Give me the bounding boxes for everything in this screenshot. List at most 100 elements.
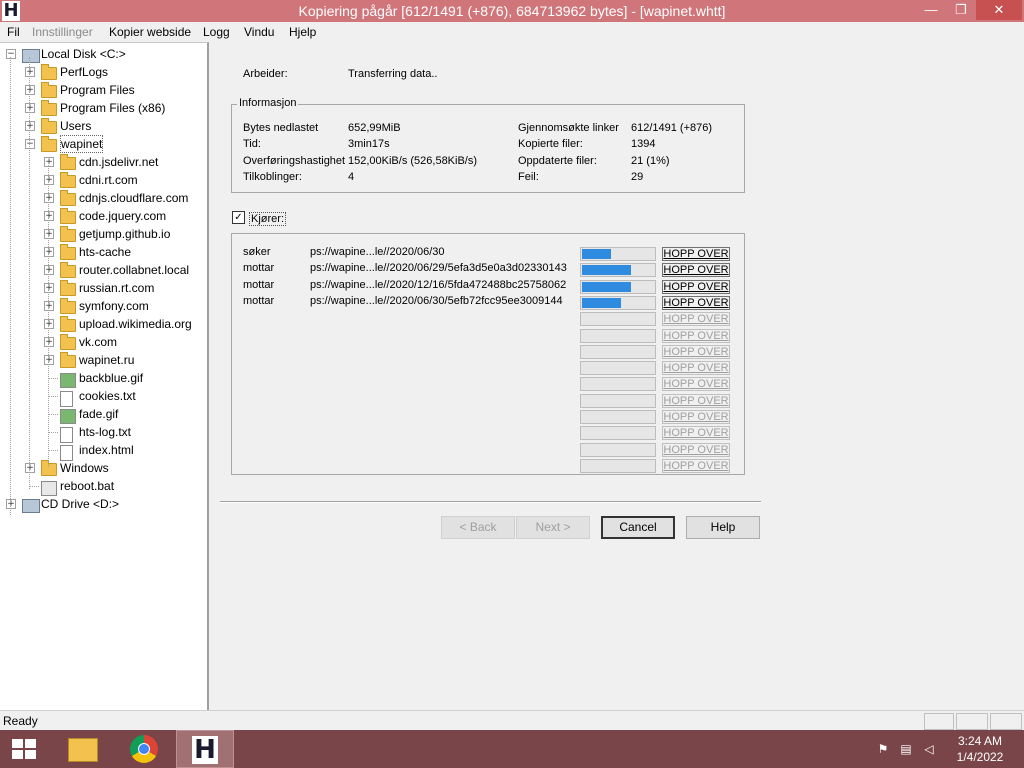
tree-item[interactable]: + router.collabnet.local [0,261,205,279]
expand-icon[interactable]: + [25,463,35,473]
maximize-button[interactable]: ❐ [948,0,974,20]
tree-item[interactable]: + cdni.rt.com [0,171,205,189]
expand-icon[interactable]: + [44,193,54,203]
expand-icon[interactable]: + [25,85,35,95]
back-button[interactable]: < Back [441,516,515,539]
expand-icon[interactable]: + [44,301,54,311]
tree-item[interactable]: + PerfLogs [0,63,205,81]
skip-button[interactable]: HOPP OVER [662,328,730,343]
tree-item[interactable]: + hts-cache [0,243,205,261]
links-scanned-value: 612/1491 (+876) [631,122,713,134]
tree-item[interactable]: + upload.wikimedia.org [0,315,205,333]
skip-button[interactable]: HOPP OVER [662,410,730,424]
folder-icon [60,334,76,350]
info-groupbox: Informasjon Bytes nedlastet 652,99MiB Ti… [231,97,745,193]
skip-button[interactable]: HOPP OVER [662,361,730,376]
tree-connector [48,432,58,433]
httrack-taskbar-button[interactable]: H [176,730,234,768]
expand-icon[interactable]: + [25,67,35,77]
tree-item[interactable]: + Windows [0,459,205,477]
folder-icon [60,262,76,278]
help-button[interactable]: Help [686,516,760,539]
expand-icon[interactable]: + [44,355,54,365]
expand-icon[interactable]: + [44,283,54,293]
skip-button[interactable]: HOPP OVER [662,377,730,392]
tree-item[interactable]: + cdn.jsdelivr.net [0,153,205,171]
menu-copy-website[interactable]: Kopier webside [109,25,191,39]
tree-item[interactable]: + symfony.com [0,297,205,315]
expand-icon[interactable]: + [6,499,16,509]
httrack-icon: H [192,736,218,764]
cancel-button[interactable]: Cancel [601,516,675,539]
skip-button[interactable]: HOPP OVER [662,247,730,261]
tree-item[interactable]: index.html [0,441,205,461]
network-icon[interactable]: ▤ [899,742,913,756]
file-explorer-taskbar-button[interactable] [58,730,106,768]
skip-button[interactable]: HOPP OVER [662,279,730,294]
tree-item-label: cdnjs.cloudflare.com [79,191,189,205]
chrome-icon[interactable] [130,735,158,763]
expand-icon[interactable]: + [25,121,35,131]
connections-value: 4 [348,171,355,183]
bytes-downloaded-label: Bytes nedlastet [243,122,319,134]
tree-item[interactable]: + Program Files [0,81,205,99]
expand-icon[interactable]: + [44,337,54,347]
close-button[interactable]: ✕ [976,0,1022,20]
volume-muted-icon[interactable]: ◁ [922,742,936,756]
tree-item-label: hts-log.txt [79,425,132,439]
expand-icon[interactable]: + [44,229,54,239]
minimize-button[interactable]: — [918,0,944,20]
skip-button[interactable]: HOPP OVER [662,426,730,441]
expand-icon[interactable]: + [44,265,54,275]
tree-item[interactable]: reboot.bat [0,477,205,496]
tree-item[interactable]: + Program Files (x86) [0,99,205,117]
tree-item[interactable]: backblue.gif [0,369,205,388]
clock[interactable]: 3:24 AM 1/4/2022 [950,733,1010,765]
running-checkbox[interactable]: ✓ [232,211,245,224]
tree-item[interactable]: − wapinet [0,135,205,153]
tree-item[interactable]: + wapinet.ru [0,351,205,369]
collapse-icon[interactable]: − [6,49,16,59]
tree-item-label: wapinet.ru [79,353,135,367]
skip-button[interactable]: HOPP OVER [662,295,730,310]
skip-button[interactable]: HOPP OVER [662,312,730,327]
tree-item[interactable]: + code.jquery.com [0,207,205,225]
expand-icon[interactable]: + [44,319,54,329]
tree-item[interactable]: − Local Disk <C:> [0,45,205,63]
running-label[interactable]: Kjører: [249,212,286,226]
title-bar[interactable]: H Kopiering pågår [612/1491 (+876), 6847… [0,0,1024,22]
expand-icon[interactable]: + [25,103,35,113]
tree-item[interactable]: + getjump.github.io [0,225,205,243]
menu-file[interactable]: Fil [7,25,20,39]
tree-item[interactable]: + russian.rt.com [0,279,205,297]
tree-item-label: fade.gif [79,407,119,421]
menu-help[interactable]: Hjelp [289,25,316,39]
menu-log[interactable]: Logg [203,25,230,39]
tree-item[interactable]: hts-log.txt [0,423,205,443]
menu-window[interactable]: Vindu [244,25,274,39]
folder-tree[interactable]: − Local Disk <C:> + PerfLogs + Program Files +… [0,42,209,711]
image-file-icon [60,409,76,424]
expand-icon[interactable]: + [44,247,54,257]
tree-item[interactable]: + vk.com [0,333,205,351]
skip-button[interactable]: HOPP OVER [662,393,730,408]
skip-button[interactable]: HOPP OVER [662,458,730,473]
next-button[interactable]: Next > [516,516,590,539]
flag-icon[interactable]: ⚑ [876,742,890,756]
tree-item[interactable]: cookies.txt [0,387,205,407]
skip-button[interactable]: HOPP OVER [662,263,730,278]
tree-item-label: cdni.rt.com [79,173,138,187]
start-button[interactable] [0,730,48,768]
expand-icon[interactable]: + [44,157,54,167]
tree-item[interactable]: + Users [0,117,205,135]
tree-item[interactable]: fade.gif [0,405,205,424]
files-copied-label: Kopierte filer: [518,138,583,150]
expand-icon[interactable]: + [44,211,54,221]
tree-item[interactable]: + CD Drive <D:> [0,495,205,513]
expand-icon[interactable]: + [44,175,54,185]
menu-settings[interactable]: Innstillinger [32,25,93,39]
skip-button[interactable]: HOPP OVER [662,442,730,457]
tree-item[interactable]: + cdnjs.cloudflare.com [0,189,205,207]
collapse-icon[interactable]: − [25,139,35,149]
skip-button[interactable]: HOPP OVER [662,344,730,359]
